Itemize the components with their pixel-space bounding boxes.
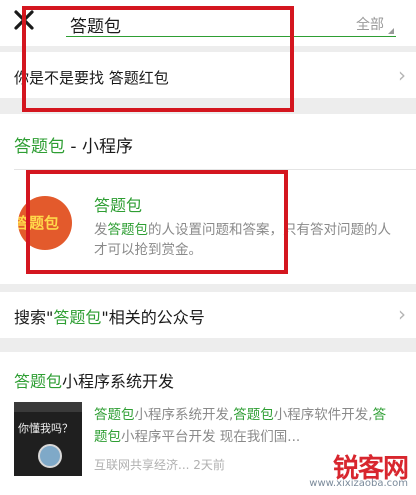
mini-program-item[interactable]: 答题包 答题包 发答题包的人设置问题和答案，只有答对问题的人才可以抢到赏金。	[0, 170, 416, 284]
related-prefix: 搜索"	[14, 308, 54, 327]
suggestion-text: 你是不是要找 答题红包	[14, 69, 169, 87]
related-keyword: 答题包	[53, 308, 102, 327]
summary-text: 小程序软件开发,	[273, 407, 373, 423]
mini-program-name: 答题包	[94, 196, 143, 215]
watermark-url: www.xixizaoba.com	[309, 478, 408, 489]
mini-program-description: 发答题包的人设置问题和答案，只有答对问题的人才可以抢到赏金。	[94, 220, 404, 260]
related-accounts-row[interactable]: 搜索"答题包"相关的公众号 ›	[0, 292, 416, 338]
article-title-keyword: 答题包	[14, 372, 63, 391]
dropdown-corner-icon	[388, 28, 394, 34]
search-query: 答题包	[70, 17, 121, 37]
search-input[interactable]: 答题包 全部	[66, 12, 396, 37]
summary-text: 小程序平台开发 现在我们国...	[121, 429, 301, 445]
close-icon[interactable]	[12, 8, 36, 32]
thumbnail-text: 你懂我吗？	[18, 422, 73, 435]
filter-dropdown[interactable]: 全部	[356, 14, 384, 34]
chevron-right-icon: ›	[398, 302, 406, 326]
summary-keyword: 答题包	[94, 407, 135, 423]
mini-program-icon-label: 答题包	[18, 214, 60, 232]
chevron-right-icon: ›	[398, 63, 406, 87]
summary-keyword: 答题包	[233, 407, 274, 423]
section-title: 答题包 - 小程序	[14, 132, 133, 157]
mini-program-icon: 答题包	[18, 196, 72, 250]
desc-prefix: 发	[94, 222, 108, 238]
search-bar: 答题包 全部	[0, 0, 416, 46]
thumbnail-avatar	[38, 444, 62, 468]
related-accounts-label: 搜索"答题包"相关的公众号	[14, 304, 205, 328]
suggestion-row[interactable]: 你是不是要找 答题红包 ›	[0, 52, 416, 98]
mini-program-section: 答题包 - 小程序 答题包 答题包 发答题包的人设置问题和答案，只有答对问题的人…	[0, 114, 416, 284]
section-title-keyword: 答题包	[14, 137, 65, 157]
article-summary: 答题包小程序系统开发,答题包小程序软件开发,答题包小程序平台开发 现在我们国..…	[94, 404, 394, 448]
section-title-suffix: - 小程序	[65, 137, 133, 157]
article-title: 答题包小程序系统开发	[14, 368, 174, 392]
article-title-rest: 小程序系统开发	[62, 372, 175, 391]
article-thumbnail: 你懂我吗？	[14, 402, 82, 476]
summary-text: 小程序系统开发,	[134, 407, 234, 423]
thumbnail-header-bar	[14, 402, 82, 412]
desc-keyword: 答题包	[107, 222, 149, 238]
related-suffix: "相关的公众号	[101, 308, 205, 327]
article-meta: 互联网共享经济... 2天前	[94, 458, 225, 472]
